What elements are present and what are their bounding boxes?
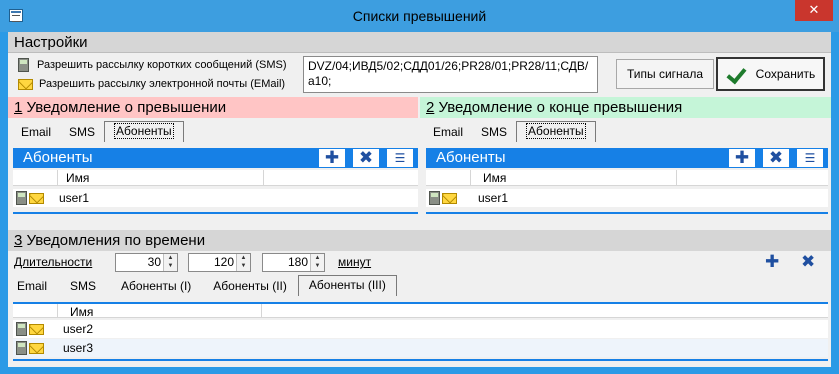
envelope-icon (442, 192, 457, 204)
notify-end-grid-title: Абоненты (436, 149, 506, 166)
row-name: user1 (478, 191, 509, 205)
durations-row: Длительности 30 120 180 минут ✚ ✖ (8, 252, 831, 274)
notify-header: 1 Уведомление о превышении (8, 97, 418, 118)
column-name-header[interactable]: Имя (70, 305, 93, 319)
tab-subscribers-label: Абоненты (526, 123, 586, 139)
list-icon-button[interactable]: ☰ (386, 148, 414, 168)
sms-enable-option[interactable]: Разрешить рассылку коротких сообщений (S… (18, 56, 286, 74)
tab-subscribers-3-label: Абоненты (III) (308, 278, 386, 292)
duration-spinner-1[interactable]: 30 (115, 253, 178, 272)
tab-email[interactable]: Email (8, 276, 56, 296)
notify-grid-title: Абоненты (23, 149, 93, 166)
signals-memo[interactable]: DVZ/04;ИВД5/02;СДД01/26;PR28/01;PR28/11;… (303, 56, 598, 93)
window-client: Настройки Разрешить рассылку коротких со… (8, 32, 831, 367)
notify-end-grid-columns: Имя (426, 170, 828, 186)
phone-icon (18, 58, 29, 72)
tab-subscribers-label: Абоненты (114, 123, 174, 139)
notify-title: Уведомление о превышении (22, 99, 227, 116)
column-divider (263, 170, 264, 185)
tab-email[interactable]: Email (424, 122, 472, 142)
tab-email[interactable]: Email (12, 122, 60, 142)
notify-end-grid-header: Абоненты ✚ ✖ ☰ (426, 148, 828, 168)
duration-spinner-3[interactable]: 180 (262, 253, 325, 272)
phone-icon (16, 341, 27, 355)
table-row[interactable]: user1 (13, 189, 418, 207)
column-divider (470, 170, 471, 185)
table-row[interactable]: user2 (13, 320, 828, 338)
envelope-icon (29, 192, 44, 204)
column-name-header[interactable]: Имя (483, 171, 506, 185)
phone-icon (16, 191, 27, 205)
time-grid-columns: Имя (13, 302, 828, 319)
window-title: Списки превышений (352, 8, 487, 24)
notify-grid-columns: Имя (13, 170, 418, 186)
time-header: 3 Уведомления по времени (8, 230, 831, 251)
main-window: Списки превышений ✕ Настройки Разрешить … (0, 0, 839, 374)
save-button[interactable]: Сохранить (716, 57, 825, 91)
minutes-link[interactable]: минут (338, 255, 371, 269)
tab-subscribers[interactable]: Абоненты (104, 121, 184, 142)
signal-types-button[interactable]: Типы сигнала (616, 59, 714, 89)
phone-icon (429, 191, 440, 205)
column-divider (57, 170, 58, 185)
title-bar[interactable]: Списки превышений ✕ (0, 0, 839, 32)
column-divider (57, 304, 58, 317)
phone-icon (16, 322, 27, 336)
add-duration-button[interactable]: ✚ (765, 252, 779, 272)
table-row[interactable]: user3 (13, 339, 828, 357)
tab-subscribers-1[interactable]: Абоненты (I) (110, 276, 202, 296)
row-icons (426, 191, 470, 205)
add-subscriber-button[interactable]: ✚ (728, 148, 756, 168)
tab-subscribers-2[interactable]: Абоненты (II) (202, 276, 298, 296)
time-title: Уведомления по времени (22, 232, 206, 249)
tab-sms[interactable]: SMS (56, 276, 110, 296)
tab-sms[interactable]: SMS (472, 122, 516, 142)
grid-bottom-line (426, 212, 828, 214)
close-button[interactable]: ✕ (795, 0, 833, 21)
delete-subscriber-button[interactable]: ✖ (762, 148, 790, 168)
tab-subscribers[interactable]: Абоненты (516, 121, 596, 142)
checkmark-icon (726, 65, 744, 83)
row-icons (13, 191, 57, 205)
row-icons (13, 322, 57, 336)
delete-duration-button[interactable]: ✖ (801, 252, 815, 272)
notify-end-title: Уведомление о конце превышения (434, 99, 683, 116)
email-enable-label: Разрешить рассылку электронной почты (EM… (39, 78, 286, 90)
duration-spinner-2[interactable]: 120 (188, 253, 251, 272)
sms-enable-label: Разрешить рассылку коротких сообщений (S… (37, 59, 287, 71)
row-name: user2 (63, 322, 94, 336)
add-subscriber-button[interactable]: ✚ (318, 148, 346, 168)
envelope-icon (29, 323, 44, 335)
save-button-label: Сохранить (755, 67, 816, 81)
column-name-header[interactable]: Имя (66, 171, 89, 185)
envelope-icon (18, 78, 33, 90)
notify-grid-header: Абоненты ✚ ✖ ☰ (13, 148, 418, 168)
tab-sms[interactable]: SMS (60, 122, 104, 142)
notify-end-header: 2 Уведомление о конце превышения (420, 97, 831, 118)
grid-bottom-line (13, 212, 418, 214)
notify-end-tabs: Email SMS Абоненты (424, 120, 596, 142)
column-divider (261, 304, 262, 317)
settings-header: Настройки (8, 32, 831, 53)
notify-tabs: Email SMS Абоненты (12, 120, 184, 142)
durations-link[interactable]: Длительности (14, 255, 92, 269)
grid-bottom-line (13, 359, 828, 361)
tab-subscribers-3[interactable]: Абоненты (III) (297, 275, 397, 296)
row-icons (13, 341, 57, 355)
row-name: user3 (63, 341, 94, 355)
table-row[interactable]: user1 (426, 189, 828, 207)
envelope-icon (29, 342, 44, 354)
row-name: user1 (59, 191, 90, 205)
column-divider (676, 170, 677, 185)
delete-subscriber-button[interactable]: ✖ (352, 148, 380, 168)
list-icon-button[interactable]: ☰ (796, 148, 824, 168)
email-enable-option[interactable]: Разрешить рассылку электронной почты (EM… (18, 75, 285, 93)
time-tabs: Email SMS Абоненты (I) Абоненты (II) Або… (8, 274, 397, 296)
